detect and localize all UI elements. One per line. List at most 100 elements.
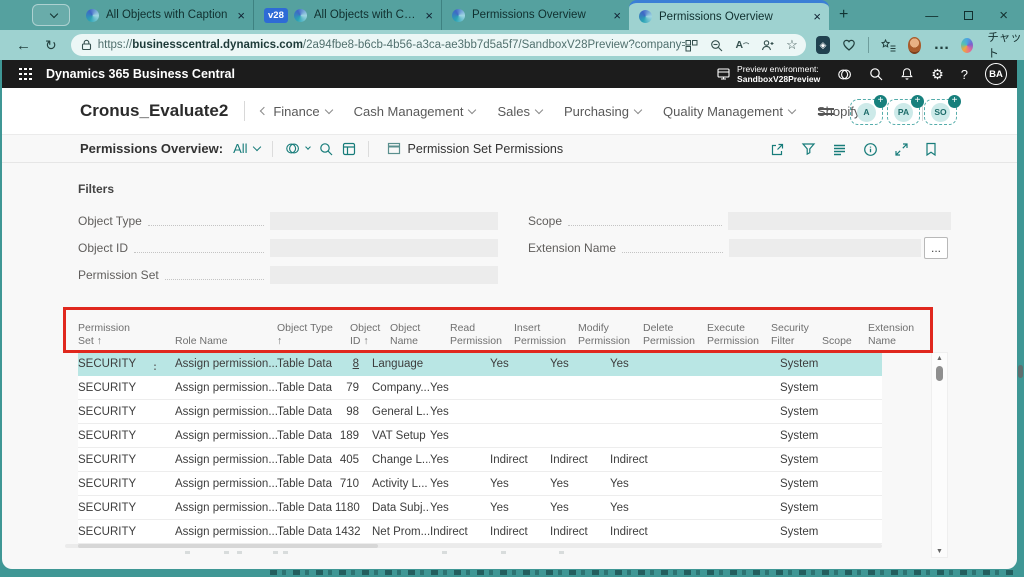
copilot-icon[interactable] [285,141,310,156]
scrollbar-thumb[interactable] [936,366,943,381]
column-header-2[interactable]: Object Type ↑ [277,322,333,347]
user-avatar[interactable]: BA [985,63,1007,85]
screen: { "colors": { "accent": "#177c7a", "sele… [0,0,1024,577]
notifications-icon[interactable] [900,67,914,81]
close-tab-icon[interactable]: × [425,8,433,23]
nav-item-finance[interactable]: Finance [273,104,331,119]
column-header-9[interactable]: Execute Permission [707,322,759,347]
copilot-icon[interactable] [837,67,852,82]
column-header-7[interactable]: Modify Permission [578,322,630,347]
column-header-10[interactable]: Security Filter [771,322,809,347]
nav-item-cash-management[interactable]: Cash Management [354,104,476,119]
chevron-down-icon [535,105,543,113]
new-tab-button[interactable]: + [839,6,848,24]
column-header-1[interactable]: Role Name [175,335,228,348]
nav-item-sales[interactable]: Sales [497,104,542,119]
horizontal-scrollbar[interactable] [65,544,882,548]
address-bar[interactable]: https://businesscentral.dynamics.com/2a9… [71,34,806,56]
table-row[interactable]: SECURITYAssign permission...Table Data14… [78,520,882,544]
zoom-out-icon[interactable] [710,39,723,52]
expand-icon[interactable] [894,142,909,157]
extension-badge-icon[interactable]: ◈ [816,36,830,54]
permission-set-permissions-action[interactable]: Permission Set Permissions [387,142,564,156]
split-screen-icon[interactable] [685,39,698,52]
info-icon[interactable] [863,142,878,157]
table-row[interactable]: SECURITY⋮Assign permission...Table Data8… [78,352,882,376]
profile-add-icon[interactable] [761,39,774,52]
browser-essentials-icon[interactable] [842,38,856,52]
minimize-button[interactable]: — [925,8,938,23]
column-header-12[interactable]: Extension Name [868,322,914,347]
table-row[interactable]: SECURITYAssign permission...Table Data18… [78,424,882,448]
search-icon[interactable] [319,142,333,156]
table-row[interactable]: SECURITYAssign permission...Table Data40… [78,448,882,472]
row-menu-icon[interactable]: ⋮ [149,362,161,370]
back-button[interactable]: ← [16,37,31,54]
share-icon[interactable] [770,142,785,157]
column-header-8[interactable]: Delete Permission [643,322,695,347]
close-tab-icon[interactable]: × [613,8,621,23]
permission-set-input[interactable] [270,266,498,284]
scroll-down-arrow[interactable]: ▼ [932,548,947,555]
maximize-button[interactable] [964,11,973,20]
view-filter-dropdown[interactable]: All [233,141,259,156]
environment-badge[interactable]: Preview environment:SandboxV28Preview [716,64,820,84]
role-badge-pa[interactable]: PA+ [887,99,920,125]
scope-input[interactable] [728,212,951,230]
help-icon[interactable]: ? [961,67,968,82]
table-row[interactable]: SECURITYAssign permission...Table Data98… [78,400,882,424]
browser-profile-avatar[interactable] [908,37,922,54]
object-id-link[interactable]: 8 [353,358,359,370]
column-header-0[interactable]: Permission Set ↑ [78,322,130,347]
bookmark-icon[interactable] [925,142,937,157]
nav-item-quality-management[interactable]: Quality Management [663,104,795,119]
table-row[interactable]: SECURITYAssign permission...Table Data11… [78,496,882,520]
analyze-icon[interactable] [342,142,356,156]
filter-icon[interactable] [801,142,816,156]
copilot-logo-icon[interactable] [961,38,973,53]
scrollbar-thumb[interactable] [78,544,378,548]
settings-gear-icon[interactable]: ⚙ [931,66,944,83]
copilot-chat-label[interactable]: チャット [987,29,1024,61]
column-header-11[interactable]: Scope [822,335,852,348]
object-type-input[interactable] [270,212,498,230]
page-action-bar: Permissions Overview: All Permission Set… [2,135,1017,163]
favorites-list-icon[interactable] [881,39,896,52]
permission-set-link[interactable]: SECURITY [78,358,136,370]
list-view-icon[interactable] [832,143,847,156]
cell-modify-permission: Indirect [550,526,610,538]
vertical-scrollbar[interactable]: ▲ ▼ [931,352,948,558]
company-name[interactable]: Cronus_Evaluate2 [80,101,228,121]
nav-scroll-left-icon[interactable] [260,107,268,115]
table-row[interactable]: SECURITYAssign permission...Table Data71… [78,472,882,496]
column-header-3[interactable]: Object ID ↑ [350,322,380,347]
browser-tab[interactable]: Permissions Overview× [441,0,629,30]
tab-search-button[interactable] [32,4,70,26]
column-header-4[interactable]: Object Name [390,322,420,347]
more-menu-icon[interactable]: … [933,36,949,54]
close-window-button[interactable]: × [999,7,1008,24]
cell-delete-permission: Yes [610,502,670,514]
hamburger-menu-icon[interactable] [818,105,834,118]
extension-name-input[interactable] [729,239,921,257]
refresh-button[interactable]: ↻ [45,37,57,54]
object-id-input[interactable] [270,239,498,257]
column-header-6[interactable]: Insert Permission [514,322,566,347]
browser-tab[interactable]: All Objects with Caption× [76,0,253,30]
column-header-5[interactable]: Read Permission [450,322,502,347]
browser-tab[interactable]: v28All Objects with Caption× [253,0,441,30]
close-tab-icon[interactable]: × [813,9,821,24]
role-badge-so[interactable]: SO+ [924,99,957,125]
role-badge-a[interactable]: A+ [850,99,883,125]
app-launcher-icon[interactable] [19,68,32,81]
nav-item-purchasing[interactable]: Purchasing [564,104,641,119]
browser-tab[interactable]: Permissions Overview× [629,0,829,30]
scroll-up-arrow[interactable]: ▲ [932,355,947,362]
read-aloud-icon[interactable]: A⌒ [735,39,749,51]
table-row[interactable]: SECURITYAssign permission...Table Data79… [78,376,882,400]
search-icon[interactable] [869,67,883,81]
favorite-star-icon[interactable]: ☆ [786,37,798,53]
lookup-more-button[interactable]: ... [924,237,948,259]
close-tab-icon[interactable]: × [237,8,245,23]
ghost-mark [185,551,190,554]
